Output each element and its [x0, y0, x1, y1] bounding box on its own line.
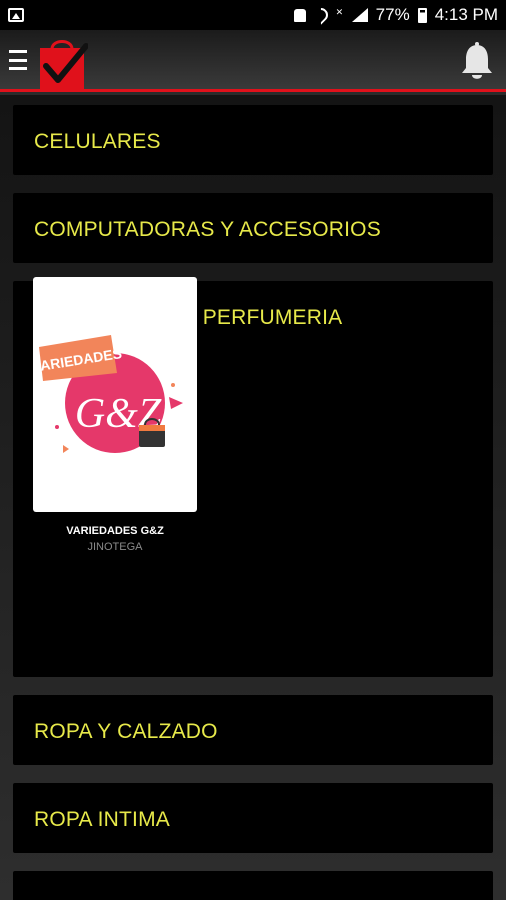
category-ropa-intima[interactable]: ROPA INTIMA	[13, 783, 493, 853]
category-celulares[interactable]: CELULARES	[13, 105, 493, 175]
shop-card[interactable]: VARIEDADES G&Z VARIEDADES G&Z JINOTEGA	[33, 277, 197, 553]
android-icon	[293, 8, 306, 22]
shop-logo-image: VARIEDADES G&Z	[33, 277, 197, 512]
category-partial[interactable]	[13, 871, 493, 900]
shop-city: JINOTEGA	[87, 541, 143, 553]
bell-icon[interactable]	[460, 42, 494, 80]
category-label: CELULARES	[34, 130, 161, 153]
clock-time: 4:13 PM	[434, 5, 498, 24]
shopping-bag-check-logo[interactable]	[38, 36, 88, 90]
wifi-icon	[310, 5, 331, 25]
category-ropa-calzado[interactable]: ROPA Y CALZADO	[13, 695, 493, 765]
category-label: ROPA Y CALZADO	[34, 720, 218, 743]
category-label: COMPUTADORAS Y ACCESORIOS	[34, 218, 381, 241]
hamburger-menu-icon[interactable]	[9, 50, 27, 70]
status-bar: ✕ 77% 4:13 PM	[0, 0, 506, 30]
mute-icon: ✕	[335, 7, 344, 17]
category-computadoras[interactable]: COMPUTADORAS Y ACCESORIOS	[13, 193, 493, 263]
battery-icon	[417, 7, 427, 23]
battery-percent: 77%	[375, 5, 410, 24]
category-label: ROPA INTIMA	[34, 808, 170, 831]
gallery-notification-icon	[8, 8, 24, 22]
app-bar	[0, 30, 506, 92]
shop-name: VARIEDADES G&Z	[66, 525, 164, 537]
signal-icon	[351, 8, 368, 22]
